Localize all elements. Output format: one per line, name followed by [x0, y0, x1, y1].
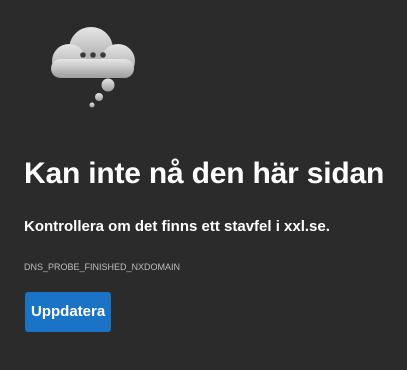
- page-title: Kan inte nå den här sidan: [24, 157, 385, 190]
- cloud-thinking-icon: [51, 27, 135, 108]
- error-suggestion: Kontrollera om det finns ett stavfel i x…: [24, 218, 330, 235]
- reload-button[interactable]: Uppdatera: [25, 292, 112, 332]
- error-code: DNS_PROBE_FINISHED_NXDOMAIN: [24, 262, 181, 272]
